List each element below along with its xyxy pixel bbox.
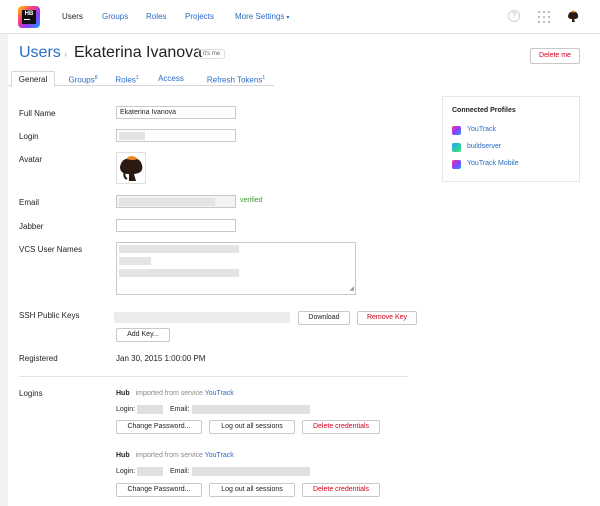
vcs-name-redacted — [119, 257, 151, 265]
profile-label: YouTrack — [467, 126, 497, 133]
chevron-down-icon: ▾ — [286, 15, 290, 21]
tab-general[interactable]: General — [11, 71, 55, 87]
nav-item-groups[interactable]: Groups — [102, 12, 128, 21]
more-settings-label: More Settings — [235, 12, 285, 21]
delete-me-button[interactable]: Delete me — [530, 48, 580, 64]
delete-credentials-button[interactable]: Delete credentials — [302, 483, 380, 497]
tab-groups-count: 8 — [94, 75, 98, 81]
resize-handle-icon[interactable]: ◢ — [349, 284, 354, 294]
registered-date: Jan 30, 2015 1:00:00 PM — [116, 354, 206, 363]
hub-logo[interactable]: HB — [18, 6, 40, 28]
download-key-button[interactable]: Download — [298, 311, 350, 325]
tab-refresh-tokens[interactable]: Refresh Tokens1 — [199, 71, 273, 86]
log-out-sessions-button[interactable]: Log out all sessions — [209, 420, 295, 434]
page-title: Ekaterina Ivanova — [74, 44, 203, 61]
ssh-key-redacted — [114, 312, 290, 323]
login-service-title: Hub imported from service YouTrack — [116, 390, 234, 397]
nav-item-more-settings[interactable]: More Settings ▾ — [235, 12, 289, 21]
email-input[interactable] — [116, 195, 236, 208]
profile-label: YouTrack Mobile — [467, 160, 519, 167]
change-password-button[interactable]: Change Password... — [116, 483, 202, 497]
email-value-redacted — [192, 467, 310, 476]
email-verified-status: verified — [240, 197, 263, 204]
youtrack-icon — [452, 160, 461, 169]
avatar[interactable] — [116, 152, 146, 184]
ssh-public-keys-label: SSH Public Keys — [19, 311, 80, 320]
tab-general-label: General — [18, 75, 48, 84]
youtrack-icon — [452, 126, 461, 135]
tab-roles[interactable]: Roles1 — [109, 71, 145, 86]
top-navigation-bar: HB Users Groups Roles Projects More Sett… — [0, 0, 600, 34]
section-divider — [19, 376, 408, 377]
hub-logo-mark: HB — [22, 10, 36, 24]
email-value-redacted — [119, 198, 215, 206]
tab-groups[interactable]: Groups8 — [61, 71, 105, 86]
tab-roles-count: 1 — [135, 75, 139, 81]
login-input[interactable] — [116, 129, 236, 142]
email-field-label: Email: — [170, 468, 190, 475]
email-label: Email — [19, 198, 40, 207]
apps-grid-icon[interactable] — [538, 11, 550, 23]
profile-tabs: General Groups8 Roles1 Access Refresh To… — [8, 71, 274, 87]
login-service-name: Hub — [116, 452, 130, 459]
full-name-input[interactable]: Ekaterina Ivanova — [116, 106, 236, 119]
add-key-button[interactable]: Add Key... — [116, 328, 170, 342]
jabber-label: Jabber — [19, 222, 44, 231]
tab-refresh-tokens-count: 1 — [262, 75, 266, 81]
avatar-image — [117, 153, 145, 183]
teamcity-icon — [452, 143, 461, 152]
imported-service-link[interactable]: YouTrack — [205, 390, 234, 397]
breadcrumb-separator: › — [64, 49, 67, 59]
login-field-label: Login: — [116, 406, 136, 413]
profile-label: buildserver — [467, 143, 502, 150]
full-name-value: Ekaterina Ivanova — [120, 109, 177, 116]
vcs-user-names-label: VCS User Names — [19, 245, 83, 254]
tab-access-label: Access — [158, 74, 184, 83]
connected-profiles-title: Connected Profiles — [452, 107, 516, 114]
login-label: Login — [19, 132, 39, 141]
login-value-redacted — [119, 132, 145, 140]
email-value-redacted — [192, 405, 310, 414]
nav-item-users[interactable]: Users — [62, 12, 83, 21]
imported-from-text: imported from service — [135, 390, 203, 397]
vcs-user-names-textarea[interactable]: ◢ — [116, 242, 356, 295]
avatar-label: Avatar — [19, 155, 42, 164]
user-profile-panel: Users › Ekaterina Ivanova it's me Delete… — [8, 34, 600, 506]
user-avatar-icon[interactable] — [566, 9, 580, 23]
logo-text: HB — [24, 11, 34, 17]
login-value-redacted — [137, 467, 163, 476]
connected-profiles-card: Connected Profiles YouTrack buildserver … — [442, 96, 580, 182]
tab-roles-label: Roles — [115, 75, 136, 85]
login-service-name: Hub — [116, 390, 130, 397]
login-value-redacted — [137, 405, 163, 414]
logins-label: Logins — [19, 389, 43, 398]
help-icon[interactable]: ? — [508, 10, 520, 22]
log-out-sessions-button[interactable]: Log out all sessions — [209, 483, 295, 497]
vcs-name-redacted — [119, 269, 239, 277]
nav-item-projects[interactable]: Projects — [185, 12, 214, 21]
login-field-label: Login: — [116, 468, 136, 475]
remove-key-button[interactable]: Remove Key — [357, 311, 417, 325]
registered-label: Registered — [19, 354, 58, 363]
nav-item-roles[interactable]: Roles — [146, 12, 166, 21]
change-password-button[interactable]: Change Password... — [116, 420, 202, 434]
tab-access[interactable]: Access — [151, 71, 191, 86]
jabber-input[interactable] — [116, 219, 236, 232]
email-field-label: Email: — [170, 406, 190, 413]
its-me-badge: it's me — [198, 49, 226, 59]
breadcrumb-users-link[interactable]: Users — [19, 44, 61, 62]
tab-refresh-tokens-label: Refresh Tokens — [206, 75, 263, 85]
login-service-title: Hub imported from service YouTrack — [116, 452, 234, 459]
full-name-label: Full Name — [19, 109, 56, 118]
imported-from-text: imported from service — [135, 452, 203, 459]
imported-service-link[interactable]: YouTrack — [205, 452, 234, 459]
tab-groups-label: Groups — [68, 75, 95, 85]
vcs-name-redacted — [119, 245, 239, 253]
delete-credentials-button[interactable]: Delete credentials — [302, 420, 380, 434]
